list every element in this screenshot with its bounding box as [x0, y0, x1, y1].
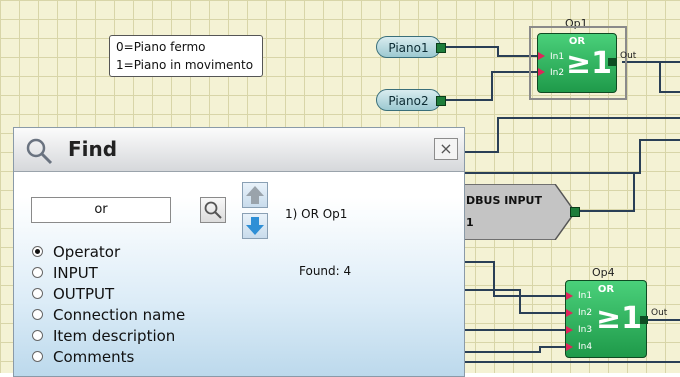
- radio-operator[interactable]: [32, 246, 43, 257]
- option-item-description[interactable]: Item description: [32, 325, 185, 346]
- option-connection-name[interactable]: Connection name: [32, 304, 185, 325]
- gate-op4-in4-marker[interactable]: [566, 343, 573, 351]
- option-output[interactable]: OUTPUT: [32, 283, 185, 304]
- gate-op1-in2-marker[interactable]: [538, 68, 545, 76]
- radio-item-description[interactable]: [32, 330, 43, 341]
- search-scope-group: Operator INPUT OUTPUT Connection name It…: [32, 241, 185, 367]
- gate-op1[interactable]: OR ≥1 In1 In2: [537, 33, 617, 93]
- gate-op4-symbol: ≥1: [596, 301, 643, 336]
- modbus-input-block[interactable]: [455, 184, 581, 240]
- option-input-label: INPUT: [53, 263, 98, 282]
- next-result-button[interactable]: [242, 213, 268, 239]
- gate-op1-symbol: ≥1: [566, 46, 613, 81]
- option-input[interactable]: INPUT: [32, 262, 185, 283]
- gate-op4-out-label: Out: [651, 308, 668, 318]
- option-comments-label: Comments: [53, 347, 135, 366]
- input-piano1-port[interactable]: [436, 43, 446, 53]
- gate-op4[interactable]: OR ≥1 In1 In2 In3 In4: [565, 280, 647, 358]
- find-dialog-title: Find: [68, 137, 118, 161]
- input-piano2[interactable]: Piano2: [376, 89, 446, 111]
- search-input[interactable]: or: [31, 197, 171, 223]
- comment-note[interactable]: 0=Piano fermo 1=Piano in movimento: [109, 35, 263, 77]
- gate-op1-pin-in1: In1: [550, 52, 565, 62]
- gate-op4-pin-in4: In4: [578, 342, 593, 352]
- search-icon: [204, 201, 222, 219]
- arrow-down-icon: [246, 217, 264, 235]
- wire-modbus-out: [578, 173, 635, 212]
- gate-op4-in1-marker[interactable]: [566, 292, 573, 300]
- option-connection-name-label: Connection name: [53, 305, 186, 324]
- radio-connection-name[interactable]: [32, 309, 43, 320]
- search-icon: [26, 138, 53, 165]
- option-operator[interactable]: Operator: [32, 241, 185, 262]
- radio-comments[interactable]: [32, 351, 43, 362]
- found-count: Found: 4: [299, 264, 352, 278]
- close-button[interactable]: ×: [434, 138, 458, 160]
- search-button[interactable]: [200, 197, 226, 223]
- arrow-up-icon: [246, 186, 264, 204]
- radio-input[interactable]: [32, 267, 43, 278]
- input-piano2-label: Piano2: [388, 94, 429, 108]
- wire-piano1-op1-in1: [444, 46, 538, 57]
- wire-piano2-op1-in2: [444, 71, 538, 101]
- close-icon: ×: [439, 139, 453, 158]
- previous-result-button[interactable]: [242, 182, 268, 208]
- gate-op1-output-port[interactable]: [608, 58, 616, 66]
- input-piano1-label: Piano1: [388, 41, 429, 55]
- note-line-2: 1=Piano in movimento: [116, 58, 254, 72]
- gate-op4-pin-in1: In1: [578, 291, 593, 301]
- find-dialog: Find × or 1) OR Op1 Found: 4 Operator IN…: [13, 127, 465, 377]
- gate-op1-in1-marker[interactable]: [538, 52, 545, 60]
- option-output-label: OUTPUT: [53, 284, 115, 303]
- gate-op4-output-port[interactable]: [640, 316, 648, 324]
- option-item-description-label: Item description: [53, 326, 176, 345]
- search-result-item[interactable]: 1) OR Op1: [285, 207, 347, 221]
- modbus-input-value: 1: [466, 216, 474, 229]
- gate-op4-pin-in2: In2: [578, 308, 593, 318]
- modbus-input-label: DBUS INPUT: [466, 194, 542, 207]
- gate-op1-pin-in2: In2: [550, 68, 565, 78]
- note-line-1: 0=Piano fermo: [116, 40, 206, 54]
- gate-op4-name: Op4: [592, 266, 615, 279]
- gate-op4-in2-marker[interactable]: [566, 309, 573, 317]
- input-piano2-port[interactable]: [436, 96, 446, 106]
- find-dialog-titlebar[interactable]: Find ×: [14, 128, 464, 172]
- radio-output[interactable]: [32, 288, 43, 299]
- option-operator-label: Operator: [53, 242, 121, 261]
- gate-op1-out-label: Out: [620, 51, 637, 61]
- wire-to-find-1: [465, 117, 680, 153]
- option-comments[interactable]: Comments: [32, 346, 185, 367]
- wire-right-1: [659, 62, 680, 93]
- wire-op4-in4: [465, 346, 566, 353]
- gate-op4-pin-in3: In3: [578, 325, 593, 335]
- input-piano1[interactable]: Piano1: [376, 36, 446, 58]
- wire-op4-in2: [465, 289, 566, 314]
- gate-op4-in3-marker[interactable]: [566, 326, 573, 334]
- modbus-output-port[interactable]: [570, 207, 580, 217]
